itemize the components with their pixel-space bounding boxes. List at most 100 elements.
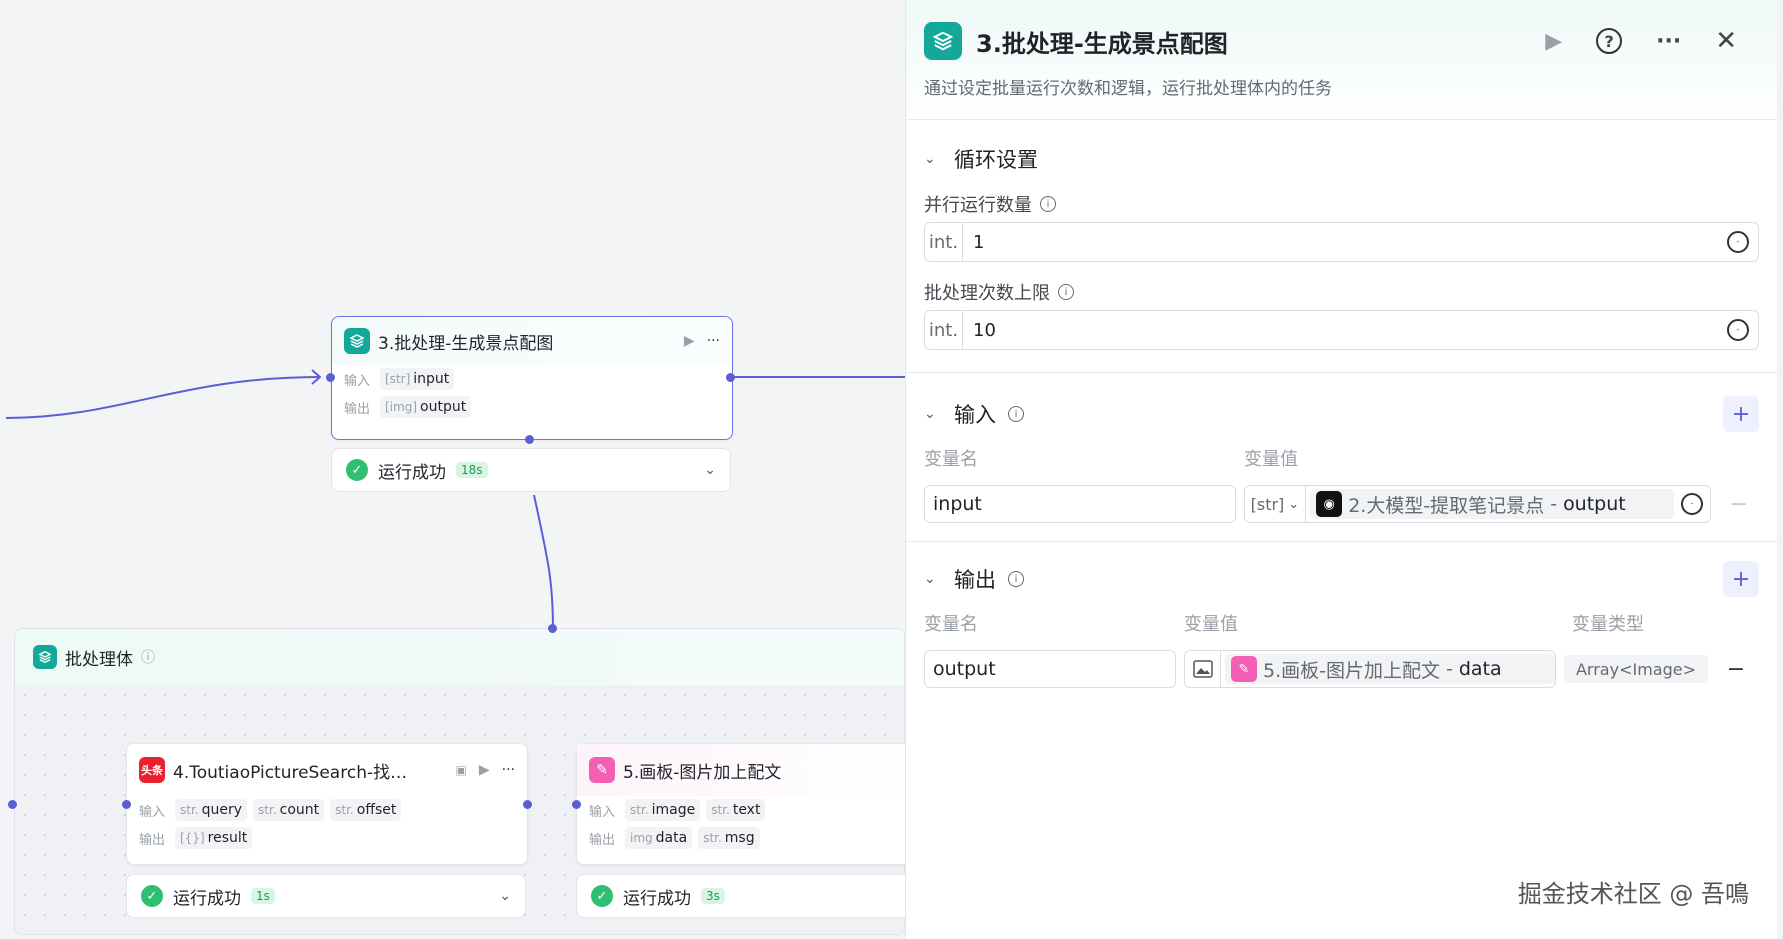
chevron-down-icon[interactable]: ⌄: [924, 151, 942, 167]
status-text: 运行成功: [623, 888, 691, 909]
more-icon[interactable]: ···: [707, 333, 720, 349]
col-header-name: 变量名: [924, 449, 978, 470]
reference-chip[interactable]: ✎ 5.画板-图片加上配文 - data: [1225, 654, 1555, 684]
play-icon[interactable]: ▶: [479, 762, 490, 778]
input-label: 输入: [589, 804, 616, 820]
batch-node-outputs: 输出 [img] output: [332, 393, 732, 421]
node4-inputs: 输入 str. query str. count str. offset: [127, 796, 527, 824]
node5-in-port[interactable]: [572, 800, 581, 809]
input-column-headers: 变量名 变量值: [924, 443, 1759, 473]
batch-node-in-port[interactable]: [326, 373, 335, 382]
type-selector[interactable]: [str] ⌄: [1245, 486, 1307, 522]
batch-body-left-port[interactable]: [8, 800, 17, 809]
panel-title[interactable]: 3.批处理-生成景点配图: [976, 24, 1531, 59]
variable-select-icon[interactable]: ⋅: [1681, 493, 1704, 515]
status-time: 3s: [701, 888, 725, 904]
variable-select-icon[interactable]: ⋅: [1727, 231, 1749, 253]
chevron-down-icon[interactable]: ⌄: [704, 462, 716, 478]
layers-icon: [924, 22, 962, 60]
parallel-count-input[interactable]: int. 1 ⋅: [924, 222, 1759, 262]
chevron-down-icon[interactable]: ⌄: [499, 888, 511, 904]
ref-separator: -: [1550, 493, 1558, 515]
input-value[interactable]: 10: [963, 320, 1718, 341]
reference-chip[interactable]: ◉ 2.大模型-提取笔记景点 - output: [1310, 489, 1675, 519]
batch-node-inputs: 输入 [str] input: [332, 365, 732, 393]
info-icon[interactable]: i: [1058, 284, 1074, 300]
col-header-name: 变量名: [924, 614, 978, 635]
output-row: output ✎ 5.画板-图片加上配文 - data Array<Image>…: [924, 650, 1759, 688]
node4-outputs: 输出 [{}] result: [127, 824, 527, 852]
info-icon[interactable]: ⓘ: [141, 647, 155, 667]
node4-out-port[interactable]: [523, 800, 532, 809]
chip-type: str.: [335, 803, 354, 817]
info-icon[interactable]: i: [1008, 406, 1024, 422]
toutiao-icon: 头条: [139, 757, 165, 783]
node5-status[interactable]: ✓ 运行成功 3s: [576, 874, 916, 918]
remove-output-button[interactable]: −: [1716, 657, 1756, 682]
batch-node-status[interactable]: ✓ 运行成功 18s ⌄: [331, 448, 731, 492]
batch-limit-input[interactable]: int. 10 ⋅: [924, 310, 1759, 350]
info-icon[interactable]: i: [1008, 571, 1024, 587]
llm-icon: ◉: [1316, 491, 1343, 517]
check-icon: ✓: [591, 885, 613, 907]
input-var-name-field[interactable]: input: [924, 485, 1236, 523]
remove-input-button[interactable]: −: [1719, 492, 1759, 517]
chevron-down-icon[interactable]: ⌄: [924, 571, 942, 587]
check-icon: ✓: [141, 885, 163, 907]
play-icon[interactable]: ▶: [1545, 29, 1562, 54]
input-section-header[interactable]: ⌄ 输入 i +: [924, 395, 1759, 433]
output-type-badge: Array<Image>: [1564, 655, 1708, 683]
chip-name: output: [420, 399, 467, 415]
ref-var-name: output: [1563, 493, 1626, 515]
info-icon[interactable]: i: [1040, 196, 1056, 212]
watermark: 掘金技术社区 @ 吾鳴: [1517, 880, 1749, 908]
check-icon: ✓: [346, 459, 368, 481]
node5-inputs: 输入 str. image str. text: [577, 796, 916, 824]
save-icon[interactable]: ▣: [456, 763, 467, 777]
input-chip: str. image: [625, 799, 701, 821]
output-label: 输出: [589, 832, 616, 848]
input-value[interactable]: 1: [963, 232, 1718, 253]
section-title: 输入: [954, 403, 996, 427]
play-icon[interactable]: ▶: [684, 333, 695, 349]
loop-settings-header[interactable]: ⌄ 循环设置: [924, 140, 1759, 178]
type-tag: int.: [925, 223, 963, 261]
batch-node[interactable]: 3.批处理-生成景点配图 ▶ ··· 输入 [str] input 输出 [img…: [331, 316, 733, 440]
more-icon[interactable]: ···: [1656, 29, 1681, 54]
output-var-value-field[interactable]: ✎ 5.画板-图片加上配文 - data: [1184, 650, 1556, 688]
node-toutiao-search[interactable]: 头条 4.ToutiaoPictureSearch-找… ▣ ▶ ··· 输入 …: [126, 743, 528, 865]
chip-name: input: [413, 371, 450, 387]
more-icon[interactable]: ···: [502, 762, 515, 778]
close-icon[interactable]: ✕: [1715, 26, 1737, 56]
chevron-down-icon[interactable]: ⌄: [924, 406, 942, 422]
ref-separator: -: [1445, 658, 1453, 680]
output-label: 输出: [139, 832, 166, 848]
output-var-name-field[interactable]: output: [924, 650, 1176, 688]
input-var-value-field[interactable]: [str] ⌄ ◉ 2.大模型-提取笔记景点 - output ⋅: [1243, 485, 1712, 523]
batch-node-body-port[interactable]: [525, 435, 534, 444]
chip-name: msg: [724, 830, 755, 846]
add-output-button[interactable]: +: [1723, 561, 1759, 597]
help-icon[interactable]: ?: [1596, 28, 1623, 54]
node4-status[interactable]: ✓ 运行成功 1s ⌄: [126, 874, 526, 918]
chip-name: data: [655, 830, 688, 846]
chip-type: str.: [258, 803, 277, 817]
panel-header: 3.批处理-生成景点配图 ▶ ? ··· ✕ 通过设定批量运行次数和逻辑，运行批…: [906, 0, 1777, 120]
node4-in-port[interactable]: [122, 800, 131, 809]
chip-type: str.: [711, 803, 730, 817]
output-section: ⌄ 输出 i + 变量名 变量值 变量类型 output ✎ 5.画板-图片加上…: [906, 542, 1777, 688]
variable-select-icon[interactable]: ⋅: [1727, 319, 1749, 341]
workflow-canvas[interactable]: 3.批处理-生成景点配图 ▶ ··· 输入 [str] input 输出 [img…: [0, 0, 916, 939]
chip-type: str.: [180, 803, 199, 817]
batch-node-out-port[interactable]: [726, 373, 735, 382]
add-input-button[interactable]: +: [1723, 396, 1759, 432]
ref-node-name: 2.大模型-提取笔记景点: [1348, 494, 1545, 517]
batch-body-top-port[interactable]: [548, 624, 557, 633]
output-section-header[interactable]: ⌄ 输出 i +: [924, 560, 1759, 598]
status-time: 18s: [456, 462, 488, 478]
chip-name: result: [207, 830, 248, 846]
ref-var-name: data: [1458, 658, 1502, 680]
node-canvas-caption[interactable]: ✎ 5.画板-图片加上配文 输入 str. image str. text 输出 i…: [576, 743, 916, 865]
output-column-headers: 变量名 变量值 变量类型: [924, 608, 1759, 638]
image-type-icon: [1185, 651, 1221, 687]
